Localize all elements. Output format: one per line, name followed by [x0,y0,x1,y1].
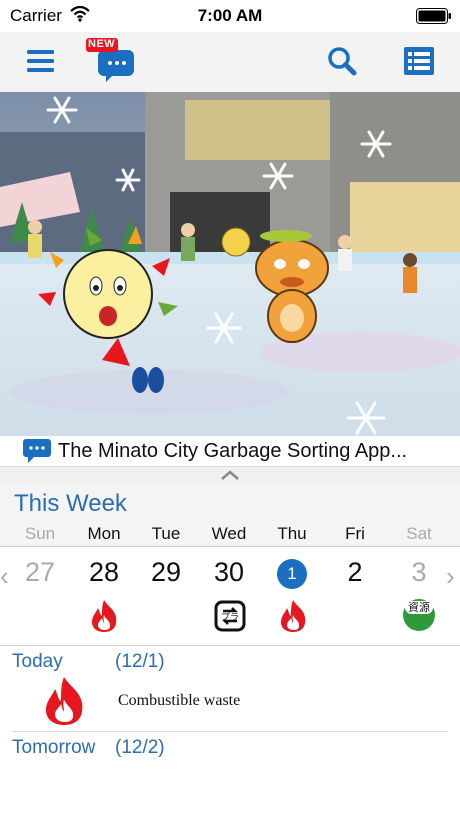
dayname-wed: Wed [211,524,247,543]
dayname-thu: Thu [277,524,307,543]
day-27[interactable]: 27 [10,557,70,588]
day-2[interactable]: 2 [325,557,385,588]
chevron-up-icon [221,470,239,480]
this-week-title: This Week [14,490,127,517]
dayname-fri: Fri [345,524,365,543]
nav-bar: NEW [0,32,460,92]
news-caption-row[interactable]: The Minato City Garbage Sorting App... [0,436,460,466]
dayname-mon: Mon [87,524,121,543]
resource-icon: 資源 [403,599,435,631]
recycle-icon: プラ [214,600,246,632]
search-icon[interactable] [327,46,357,76]
battery-icon [416,8,451,24]
new-badge: NEW [88,38,116,50]
fire-icon [281,600,306,632]
dayname-sat: Sat [406,524,432,543]
prev-week-arrow[interactable]: ‹ [0,561,9,592]
status-bar: Carrier 7:00 AM [0,0,460,32]
day-1-today[interactable]: 1 [277,559,307,589]
today-waste-label: Combustible waste [118,692,241,709]
week-days-row: ‹ › 27 28 29 30 1 2 3 プラ 資源 [0,546,460,646]
ice-rink-illustration [0,92,460,436]
news-caption: The Minato City Garbage Sorting App... [58,439,408,462]
resource-icon-label: 資源 [405,601,433,614]
banner-image[interactable] [0,92,460,436]
day-30[interactable]: 30 [199,557,259,588]
day-3[interactable]: 3 [389,557,449,588]
fire-icon [46,677,83,725]
news-button[interactable]: NEW [86,38,136,84]
tomorrow-section[interactable]: Tomorrow (12/2) [12,737,448,767]
collapse-handle[interactable] [0,466,460,483]
chat-bubble-icon [23,439,51,463]
today-date: (12/1) [115,651,165,672]
fire-icon [92,600,117,632]
today-label: Today [12,651,63,672]
clock: 7:00 AM [197,6,263,25]
list-icon[interactable] [404,47,434,75]
tomorrow-date: (12/2) [115,737,165,758]
day-28[interactable]: 28 [74,557,134,588]
menu-icon[interactable] [27,49,54,73]
this-week-panel: This Week Sun Mon Tue Wed Thu Fri Sat ‹ … [0,482,460,646]
day-29[interactable]: 29 [136,557,196,588]
svg-text:プラ: プラ [221,612,239,623]
dayname-sun: Sun [24,524,56,543]
tomorrow-label: Tomorrow [12,737,96,758]
dayname-tue: Tue [151,524,181,543]
